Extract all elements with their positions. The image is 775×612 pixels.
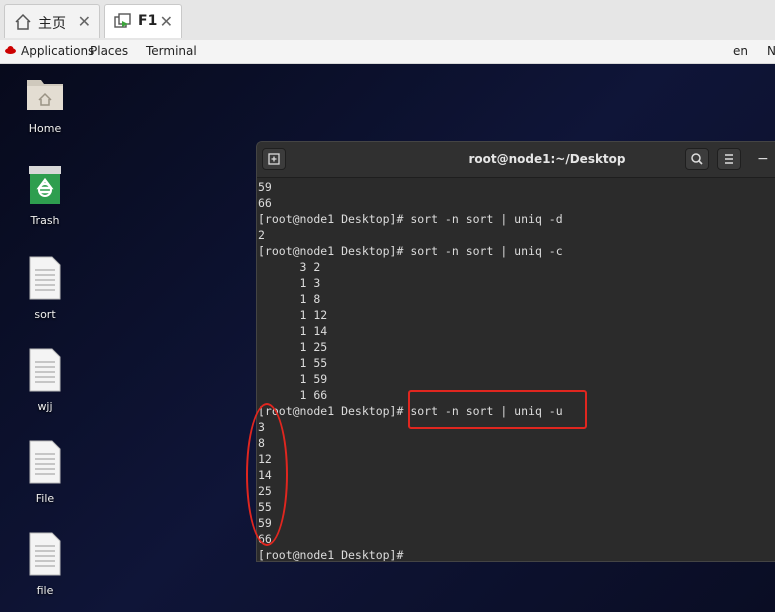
- search-icon: [691, 153, 703, 165]
- terminal-line: 1 8: [258, 292, 321, 306]
- desktop-icon-label: Home: [28, 122, 62, 135]
- text-file-icon: [29, 256, 61, 300]
- terminal-line: 1 55: [258, 356, 328, 370]
- terminal-line: 1 3: [258, 276, 321, 290]
- applications-menu[interactable]: Applications: [21, 44, 94, 58]
- tab-f1-label: F1: [138, 13, 158, 29]
- terminal-line: 66: [258, 532, 272, 546]
- text-file-icon: [29, 348, 61, 392]
- terminal-line: 14: [258, 468, 272, 482]
- home-folder-icon: [27, 80, 63, 110]
- desktop-icon-label: Trash: [30, 214, 60, 227]
- desktop-icon-trash[interactable]: Trash: [10, 164, 80, 227]
- vm-console-icon: [114, 13, 131, 28]
- terminal-line: 2: [258, 228, 265, 242]
- desktop-icon-home[interactable]: Home: [10, 74, 80, 135]
- close-icon[interactable]: ✕: [78, 12, 91, 31]
- gnome-top-bar: Applications Places Terminal en N: [0, 40, 775, 64]
- terminal-line: 1 14: [258, 324, 328, 338]
- terminal-output[interactable]: 59 66 [root@node1 Desktop]# sort -n sort |…: [258, 178, 773, 562]
- home-icon: [15, 13, 31, 30]
- tab-strip: 主页 ✕ F1 ✕: [0, 0, 775, 41]
- trash-icon: [29, 166, 61, 204]
- terminal-line: [root@node1 Desktop]#: [258, 548, 404, 562]
- desktop-icon-label: sort: [34, 308, 56, 321]
- desktop-icon-sort[interactable]: sort: [10, 256, 80, 321]
- text-file-icon: [29, 532, 61, 576]
- annotation-ellipse: [246, 403, 288, 546]
- terminal-line: 1 59: [258, 372, 328, 386]
- terminal-menu[interactable]: Terminal: [146, 44, 197, 58]
- desktop-icon-label: file: [36, 584, 54, 597]
- language-indicator[interactable]: en: [733, 44, 748, 58]
- terminal-line: 1 25: [258, 340, 328, 354]
- terminal-line: 59: [258, 180, 272, 194]
- minimize-icon[interactable]: −: [757, 151, 769, 167]
- desktop-icon-label: File: [35, 492, 55, 505]
- desktop-icon-file-upper[interactable]: File: [10, 440, 80, 505]
- search-button[interactable]: [685, 148, 709, 170]
- tab-home[interactable]: 主页 ✕: [4, 4, 100, 38]
- annotation-rectangle: [408, 390, 587, 429]
- places-menu[interactable]: Places: [90, 44, 128, 58]
- tab-f1[interactable]: F1 ✕: [104, 4, 182, 38]
- terminal-line: 12: [258, 452, 272, 466]
- hamburger-menu-icon: [725, 154, 733, 164]
- text-file-icon: [29, 440, 61, 484]
- redhat-icon: [5, 46, 16, 54]
- terminal-header-bar[interactable]: root@node1:~/Desktop −: [257, 142, 775, 178]
- topbar-edge-text: N: [767, 44, 775, 58]
- terminal-line: 1 12: [258, 308, 328, 322]
- menu-button[interactable]: [717, 148, 741, 170]
- terminal-line: 3 2: [258, 260, 321, 274]
- terminal-line: 8: [258, 436, 265, 450]
- close-icon[interactable]: ✕: [160, 12, 173, 31]
- terminal-line: 55: [258, 500, 272, 514]
- tab-home-label: 主页: [38, 16, 66, 32]
- terminal-line: 66: [258, 196, 272, 210]
- desktop-icon-label: wjj: [37, 400, 53, 413]
- terminal-line: 25: [258, 484, 272, 498]
- terminal-line: [root@node1 Desktop]# sort -n sort | uni…: [258, 244, 563, 258]
- terminal-line: 59: [258, 516, 272, 530]
- terminal-line: [root@node1 Desktop]# sort -n sort | uni…: [258, 212, 563, 226]
- terminal-window[interactable]: root@node1:~/Desktop − 59 66 [root@node1 D…: [256, 141, 775, 562]
- desktop-icon-file-lower[interactable]: file: [10, 532, 80, 597]
- desktop-icon-wjj[interactable]: wjj: [10, 348, 80, 413]
